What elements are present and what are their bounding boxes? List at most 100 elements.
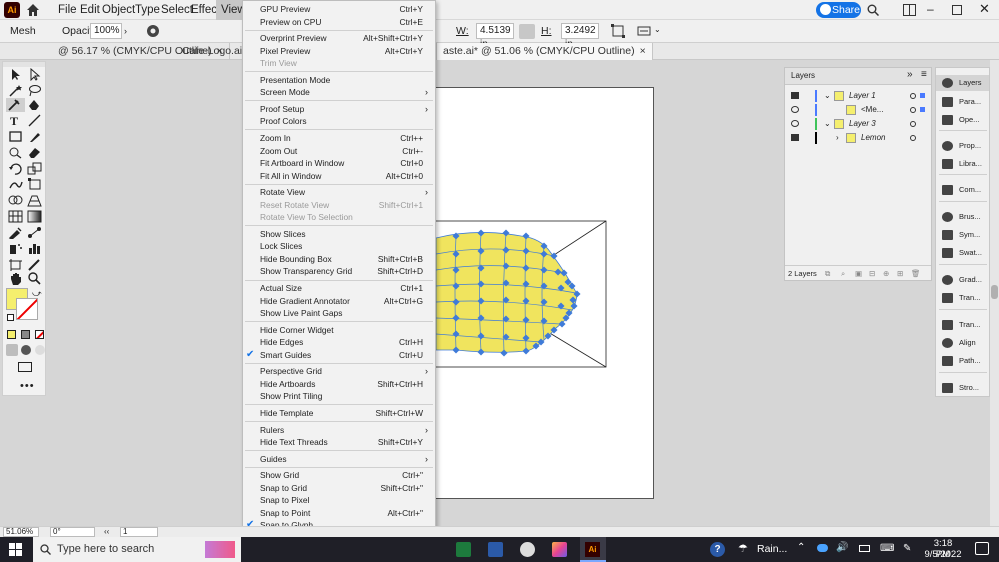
magic-wand-tool-icon[interactable] bbox=[8, 84, 23, 97]
symbol-sprayer-tool-icon[interactable] bbox=[8, 242, 23, 255]
lasso-tool-icon[interactable] bbox=[27, 84, 42, 97]
view-menu-item-rotate-view[interactable]: Rotate View › bbox=[243, 186, 435, 199]
dock-item-com-5[interactable]: Com... bbox=[936, 182, 989, 198]
view-menu-item-zoom-out[interactable]: Zoom Out Ctrl+- bbox=[243, 145, 435, 158]
view-menu-item-zoom-in[interactable]: Zoom In Ctrl++ bbox=[243, 132, 435, 145]
windows-start-icon[interactable] bbox=[9, 543, 22, 556]
view-menu-item-gpu-preview[interactable]: GPU Preview Ctrl+Y bbox=[243, 3, 435, 16]
dock-item-layers-0[interactable]: Layers bbox=[936, 75, 989, 91]
view-menu-item-snap-to-grid[interactable]: Snap to Grid Shift+Ctrl+" bbox=[243, 482, 435, 495]
rotate-angle-field[interactable]: 0° bbox=[50, 527, 95, 537]
direct-selection-tool-icon[interactable] bbox=[27, 67, 42, 82]
arrange-documents-icon[interactable] bbox=[903, 4, 916, 16]
panel-options-icon[interactable] bbox=[637, 24, 651, 38]
make-clipping-mask-icon[interactable]: ▣ bbox=[855, 266, 862, 281]
layer-name[interactable]: Layer 1 bbox=[849, 89, 876, 103]
dock-item-prop-3[interactable]: Prop... bbox=[936, 138, 989, 154]
view-menu-item-show-slices[interactable]: Show Slices bbox=[243, 228, 435, 241]
tab-active-document[interactable]: aste.ai* @ 51.06 % (CMYK/CPU Outline) × bbox=[436, 43, 653, 60]
opacity-field[interactable]: 100% bbox=[90, 23, 122, 39]
view-menu-item-snap-to-point[interactable]: Snap to Point Alt+Ctrl+" bbox=[243, 507, 435, 520]
weather-icon[interactable]: ☂ bbox=[738, 542, 748, 555]
export-icon[interactable]: ⧉ bbox=[825, 266, 830, 281]
search-icon[interactable] bbox=[867, 4, 879, 16]
width-field[interactable]: 4.5139 in bbox=[476, 23, 514, 50]
dock-item-align-12[interactable]: Align bbox=[936, 335, 989, 351]
layer-row[interactable]: › Lemon bbox=[785, 131, 931, 145]
slice-tool-icon[interactable] bbox=[27, 258, 42, 271]
battery-icon[interactable] bbox=[859, 545, 870, 552]
scale-tool-icon[interactable] bbox=[27, 162, 42, 175]
view-menu-item-perspective-grid[interactable]: Perspective Grid › bbox=[243, 365, 435, 378]
default-colors-icon[interactable] bbox=[7, 314, 14, 321]
view-menu-item-hide-template[interactable]: Hide Template Shift+Ctrl+W bbox=[243, 407, 435, 420]
shape-builder-tool-icon[interactable] bbox=[8, 194, 23, 207]
layer-name[interactable]: Lemon bbox=[861, 131, 885, 145]
view-menu-item-show-live-paint-gaps[interactable]: Show Live Paint Gaps bbox=[243, 307, 435, 320]
visibility-eye-icon[interactable] bbox=[791, 106, 799, 113]
dock-item-tran-11[interactable]: Tran... bbox=[936, 317, 989, 333]
view-menu-item-hide-text-threads[interactable]: Hide Text Threads Shift+Ctrl+Y bbox=[243, 436, 435, 449]
selection-tool-icon[interactable] bbox=[8, 68, 23, 81]
target-icon[interactable] bbox=[910, 121, 916, 127]
layer-name[interactable]: <Me... bbox=[861, 103, 883, 117]
gradient-tool-icon[interactable] bbox=[27, 210, 42, 223]
layers-panel-title[interactable]: Layers bbox=[791, 71, 815, 80]
volume-icon[interactable]: 🔊 bbox=[836, 542, 848, 553]
language-icon[interactable]: ⌨ bbox=[880, 543, 894, 554]
collapse-arrow-icon[interactable]: ⌄ bbox=[824, 89, 831, 103]
onedrive-icon[interactable] bbox=[817, 544, 828, 552]
pen-tool-icon[interactable] bbox=[27, 99, 42, 112]
draw-behind-icon[interactable] bbox=[21, 345, 31, 355]
stroke-swatch[interactable] bbox=[16, 298, 38, 320]
selection-indicator[interactable] bbox=[920, 107, 925, 112]
zoom-tool-icon[interactable] bbox=[27, 272, 42, 285]
artboard[interactable] bbox=[435, 87, 654, 499]
taskbar-search-box[interactable]: Type here to search bbox=[33, 537, 241, 562]
eyedropper-tool-icon[interactable] bbox=[8, 226, 23, 240]
zoom-level-field[interactable]: 51.06% bbox=[3, 527, 39, 537]
template-icon[interactable] bbox=[791, 134, 799, 141]
pen-icon[interactable]: ✎ bbox=[903, 543, 911, 554]
dock-item-path-13[interactable]: Path... bbox=[936, 353, 989, 369]
hand-tool-icon[interactable] bbox=[8, 272, 23, 285]
color-mode-icon[interactable] bbox=[7, 330, 16, 339]
word-icon[interactable] bbox=[488, 542, 503, 557]
view-menu-item-show-grid[interactable]: Show Grid Ctrl+" bbox=[243, 469, 435, 482]
locate-object-icon[interactable]: ⌕ bbox=[841, 266, 845, 281]
view-menu-item-fit-all-in-window[interactable]: Fit All in Window Alt+Ctrl+0 bbox=[243, 170, 435, 183]
minimize-icon[interactable]: – bbox=[927, 2, 934, 16]
artboard-number-field[interactable]: 1 bbox=[120, 527, 158, 537]
chevron-right-icon[interactable]: › bbox=[124, 26, 127, 36]
vertical-scroll-thumb[interactable] bbox=[991, 285, 998, 299]
vertical-scrollbar[interactable] bbox=[990, 60, 999, 526]
excel-icon[interactable] bbox=[456, 542, 471, 557]
target-icon[interactable] bbox=[910, 93, 916, 99]
gradient-mode-icon[interactable] bbox=[21, 330, 30, 339]
taskbar-date[interactable]: 9/5/2022 bbox=[924, 549, 962, 560]
home-icon[interactable] bbox=[26, 3, 40, 17]
dock-item-swat-8[interactable]: Swat... bbox=[936, 245, 989, 261]
view-menu-item-smart-guides[interactable]: ✔ Smart Guides Ctrl+U bbox=[243, 349, 435, 362]
view-menu-item-screen-mode[interactable]: Screen Mode › bbox=[243, 86, 435, 99]
view-menu-item-pixel-preview[interactable]: Pixel Preview Alt+Ctrl+Y bbox=[243, 45, 435, 58]
rectangle-tool-icon[interactable] bbox=[8, 130, 23, 143]
view-menu-item-preview-on-cpu[interactable]: Preview on CPU Ctrl+E bbox=[243, 16, 435, 29]
layer-row[interactable]: ⌄ Layer 3 bbox=[785, 117, 931, 131]
notifications-icon[interactable] bbox=[975, 542, 989, 555]
none-mode-icon[interactable] bbox=[35, 330, 44, 339]
view-menu-item-proof-setup[interactable]: Proof Setup › bbox=[243, 103, 435, 116]
new-layer-icon[interactable]: ⊕ bbox=[883, 266, 889, 281]
view-menu-item-hide-bounding-box[interactable]: Hide Bounding Box Shift+Ctrl+B bbox=[243, 253, 435, 266]
warp-tool-icon[interactable] bbox=[8, 178, 23, 191]
close-icon[interactable]: ✕ bbox=[979, 1, 990, 17]
view-menu-item-rulers[interactable]: Rulers › bbox=[243, 424, 435, 437]
view-menu-item-actual-size[interactable]: Actual Size Ctrl+1 bbox=[243, 282, 435, 295]
draw-normal-icon[interactable] bbox=[6, 344, 18, 356]
view-menu-item-presentation-mode[interactable]: Presentation Mode bbox=[243, 74, 435, 87]
dock-item-sym-7[interactable]: Sym... bbox=[936, 227, 989, 243]
recolor-icon[interactable] bbox=[146, 24, 160, 38]
transform-icon[interactable] bbox=[611, 24, 625, 38]
visibility-eye-icon[interactable] bbox=[791, 120, 799, 127]
dock-item-para-1[interactable]: Para... bbox=[936, 94, 989, 110]
